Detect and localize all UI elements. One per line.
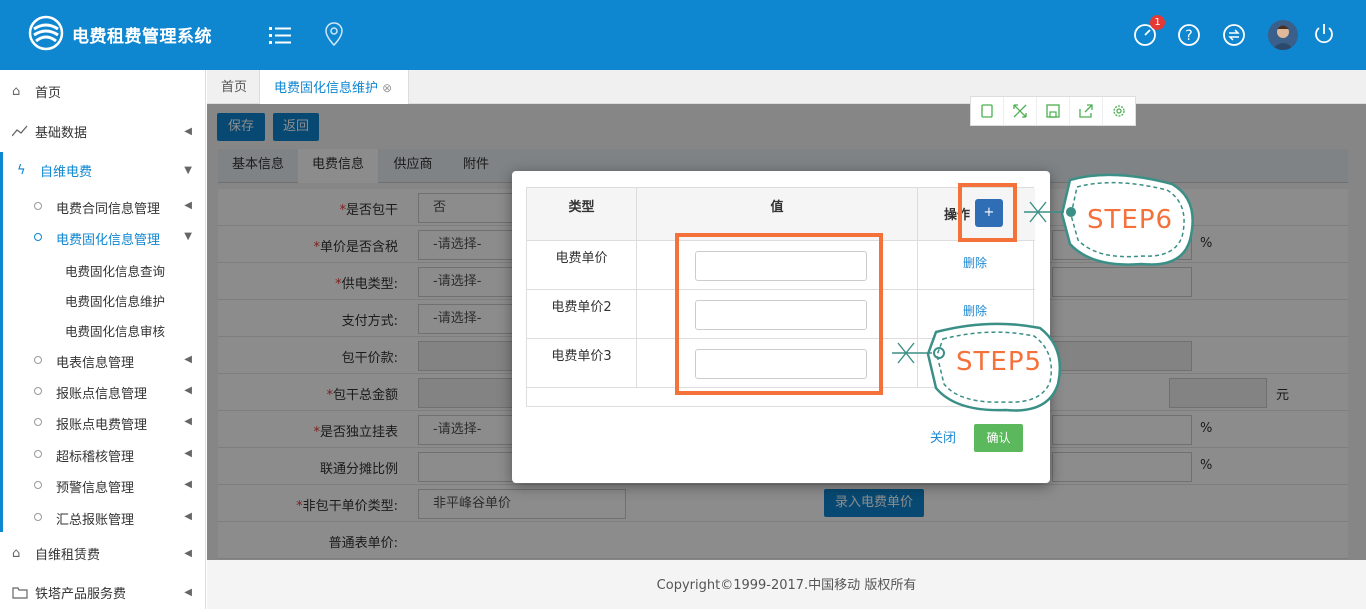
close-link[interactable]: 关闭 bbox=[930, 427, 956, 446]
notification-badge: 1 bbox=[1150, 15, 1165, 30]
gear-icon[interactable] bbox=[1103, 97, 1135, 125]
tab-electric-maintain[interactable]: 电费固化信息维护 ⊗ bbox=[259, 70, 409, 104]
sidebar-subitem[interactable]: 预警信息管理 ◀ bbox=[0, 472, 206, 500]
sidebar-subitem-label: 超标稽核管理 bbox=[56, 450, 135, 465]
column-header-type: 类型 bbox=[527, 188, 637, 241]
footer: Copyright©1999-2017.中国移动 版权所有 bbox=[207, 560, 1366, 609]
sidebar-subitem-label: 电费合同信息管理 bbox=[56, 202, 161, 217]
chart-icon bbox=[12, 125, 28, 137]
step6-highlight bbox=[958, 183, 1017, 242]
user-avatar[interactable] bbox=[1268, 20, 1298, 50]
folder-icon bbox=[12, 586, 28, 599]
sidebar-subitem[interactable]: 汇总报账管理 ◀ bbox=[0, 504, 206, 532]
sidebar-subitem-label: 预警信息管理 bbox=[56, 481, 135, 496]
home-icon: ⌂ bbox=[12, 83, 21, 99]
tab-home[interactable]: 首页 bbox=[221, 70, 247, 104]
sidebar-subitem[interactable]: 电表信息管理 ◀ bbox=[0, 347, 206, 375]
chevron-down-icon: ▼ bbox=[184, 164, 192, 176]
sidebar-item-label: 自维电费 bbox=[40, 164, 93, 180]
sidebar-item-label: 首页 bbox=[35, 85, 62, 101]
share-icon[interactable] bbox=[1070, 97, 1103, 125]
svg-text:?: ? bbox=[1185, 28, 1192, 44]
bullet-icon bbox=[34, 387, 42, 395]
bullet-icon bbox=[34, 513, 42, 521]
bullet-icon bbox=[34, 418, 42, 426]
sidebar-leaf[interactable]: 电费固化信息审核 bbox=[65, 321, 165, 340]
confirm-button[interactable]: 确认 bbox=[974, 424, 1023, 452]
sidebar-subitem-label: 报账点信息管理 bbox=[56, 387, 148, 402]
sidebar-item-home[interactable]: ⌂ 首页 bbox=[0, 72, 206, 110]
delete-link[interactable]: 删除 bbox=[963, 254, 987, 271]
tab-bar: 首页 电费固化信息维护 ⊗ bbox=[207, 70, 1366, 104]
sidebar-subitem[interactable]: 超标稽核管理 ◀ bbox=[0, 441, 206, 469]
sidebar-subitem[interactable]: 报账点电费管理 ◀ bbox=[0, 409, 206, 437]
sidebar-subitem-active[interactable]: 电费固化信息管理 ▼ bbox=[0, 224, 206, 252]
menu-icon[interactable] bbox=[269, 25, 291, 45]
bullet-icon bbox=[34, 233, 42, 241]
fullscreen-icon[interactable] bbox=[1004, 97, 1037, 125]
floating-toolbox bbox=[970, 96, 1136, 126]
table-cell-type: 电费单价 bbox=[527, 241, 637, 290]
chevron-left-icon: ◀ bbox=[184, 511, 192, 522]
chevron-down-icon: ▼ bbox=[184, 231, 192, 242]
top-bar: 电费租费管理系统 1 ? bbox=[0, 0, 1366, 70]
sidebar-item-label: 铁塔产品服务费 bbox=[35, 586, 127, 602]
table-cell-type: 电费单价3 bbox=[527, 339, 637, 388]
chevron-left-icon: ◀ bbox=[184, 416, 192, 427]
chevron-left-icon: ◀ bbox=[184, 354, 192, 365]
sidebar-item-rent[interactable]: ⌂ 自维租赁费 ◀ bbox=[0, 534, 206, 572]
sidebar-item-basic-data[interactable]: 基础数据 ◀ bbox=[0, 112, 206, 150]
mobile-icon[interactable] bbox=[971, 97, 1004, 125]
sidebar-item-self-electric[interactable]: ϟ 自维电费 ▼ bbox=[0, 151, 206, 189]
chevron-left-icon: ◀ bbox=[184, 125, 192, 137]
sidebar-item-tower[interactable]: 铁塔产品服务费 ◀ bbox=[0, 573, 206, 611]
location-icon[interactable] bbox=[325, 22, 343, 46]
bullet-icon bbox=[34, 450, 42, 458]
sidebar-item-label: 基础数据 bbox=[35, 125, 88, 141]
sidebar-subitem-label: 电表信息管理 bbox=[56, 356, 135, 371]
delete-link[interactable]: 删除 bbox=[963, 302, 987, 319]
sidebar-item-label: 自维租赁费 bbox=[35, 547, 101, 563]
power-icon[interactable] bbox=[1312, 22, 1336, 46]
bullet-icon bbox=[34, 356, 42, 364]
chevron-left-icon: ◀ bbox=[184, 448, 192, 459]
chevron-left-icon: ◀ bbox=[184, 479, 192, 490]
china-mobile-logo bbox=[28, 15, 64, 51]
bullet-icon bbox=[34, 202, 42, 210]
step5-label: STEP5 bbox=[956, 347, 1043, 377]
step5-highlight bbox=[675, 233, 883, 395]
sidebar-subitem-label: 汇总报账管理 bbox=[56, 513, 135, 528]
sidebar-subitem[interactable]: 报账点信息管理 ◀ bbox=[0, 378, 206, 406]
sidebar-leaf[interactable]: 电费固化信息维护 bbox=[65, 291, 165, 310]
sidebar-leaf[interactable]: 电费固化信息查询 bbox=[65, 261, 165, 280]
chevron-left-icon: ◀ bbox=[184, 385, 192, 396]
switch-icon[interactable] bbox=[1222, 23, 1246, 47]
chevron-left-icon: ◀ bbox=[184, 200, 192, 211]
help-icon[interactable]: ? bbox=[1177, 23, 1201, 47]
step6-label: STEP6 bbox=[1087, 205, 1174, 235]
app-title: 电费租费管理系统 bbox=[72, 27, 212, 47]
tab-label: 电费固化信息维护 bbox=[274, 81, 379, 96]
table-cell-type: 电费单价2 bbox=[527, 290, 637, 339]
close-tab-icon[interactable]: ⊗ bbox=[382, 81, 392, 95]
chevron-left-icon: ◀ bbox=[184, 547, 192, 559]
sidebar-subitem-label: 电费固化信息管理 bbox=[56, 233, 161, 248]
bullet-icon bbox=[34, 481, 42, 489]
sidebar-subitem-label: 报账点电费管理 bbox=[56, 418, 148, 433]
sidebar-subitem[interactable]: 电费合同信息管理 ◀ bbox=[0, 193, 206, 221]
save-icon[interactable] bbox=[1037, 97, 1070, 125]
bolt-icon: ϟ bbox=[17, 162, 26, 178]
chevron-left-icon: ◀ bbox=[184, 586, 192, 598]
house-icon: ⌂ bbox=[12, 545, 21, 561]
